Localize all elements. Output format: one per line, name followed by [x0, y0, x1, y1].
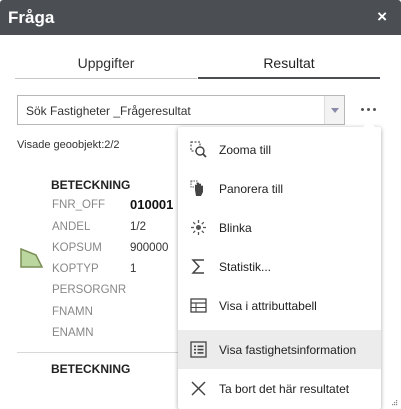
flash-icon — [191, 220, 206, 235]
result-actions-menu: Zooma till Panorera till Blinka Statisti… — [178, 121, 381, 409]
menu-item-property-info[interactable]: Visa fastighetsinformation — [178, 330, 381, 369]
close-icon[interactable]: × — [377, 8, 387, 26]
attribute-key: PERSORGNR — [52, 284, 127, 296]
panel-titlebar: Fråga × — [0, 0, 401, 35]
attribute-value: 1 — [130, 263, 137, 275]
menu-item-label: Visa fastighetsinformation — [219, 343, 357, 357]
menu-item-label: Zooma till — [219, 143, 272, 157]
menu-item-zoom-to[interactable]: Zooma till — [178, 130, 381, 169]
feature-heading: BETECKNING — [51, 178, 131, 192]
menu-item-label: Ta bort det här resultatet — [219, 382, 350, 396]
menu-item-label: Blinka — [219, 221, 252, 235]
attribute-key: ANDEL — [52, 221, 91, 233]
menu-item-flash[interactable]: Blinka — [178, 208, 381, 247]
remove-x-icon — [191, 381, 206, 396]
attribute-key: KOPTYP — [52, 263, 99, 275]
tab-uppgifter[interactable]: Uppgifter — [15, 53, 197, 79]
list-icon — [190, 341, 207, 358]
attribute-value: 900000 — [130, 242, 169, 254]
tab-bar: Uppgifter Resultat — [15, 53, 380, 79]
menu-item-label: Statistik... — [219, 260, 272, 274]
attribute-value: 1/2 — [130, 221, 146, 233]
menu-item-remove-result[interactable]: Ta bort det här resultatet — [178, 369, 381, 408]
attribute-key: FNR_OFF — [52, 199, 106, 211]
result-layer-value: Sök Fastigheter _Frågeresultat — [26, 104, 191, 118]
polygon-symbol-icon — [20, 247, 44, 268]
attribute-key: FNAMN — [52, 306, 93, 318]
menu-item-label: Panorera till — [219, 182, 284, 196]
tab-resultat[interactable]: Resultat — [198, 53, 380, 79]
sigma-icon — [191, 259, 204, 274]
menu-item-statistics[interactable]: Statistik... — [178, 247, 381, 286]
feature-heading[interactable]: BETECKNING — [51, 362, 130, 376]
panel-title: Fråga — [8, 8, 55, 27]
attribute-value: 010001 — [130, 197, 174, 212]
more-options-icon[interactable] — [359, 101, 379, 117]
attribute-key: ENAMN — [52, 327, 94, 339]
resize-grip-icon[interactable] — [391, 399, 398, 406]
menu-item-pan-to[interactable]: Panorera till — [178, 169, 381, 208]
menu-item-label: Visa i attributtabell — [219, 299, 317, 313]
pan-hand-icon — [190, 180, 203, 196]
chevron-down-icon[interactable] — [324, 96, 344, 124]
attribute-key: KOPSUM — [52, 242, 102, 254]
result-count: Visade geoobjekt:2/2 — [17, 139, 120, 151]
table-icon — [190, 298, 207, 313]
zoom-to-icon — [190, 141, 207, 158]
result-layer-dropdown[interactable]: Sök Fastigheter _Frågeresultat — [17, 95, 345, 125]
menu-item-attribute-table[interactable]: Visa i attributtabell — [178, 286, 381, 325]
